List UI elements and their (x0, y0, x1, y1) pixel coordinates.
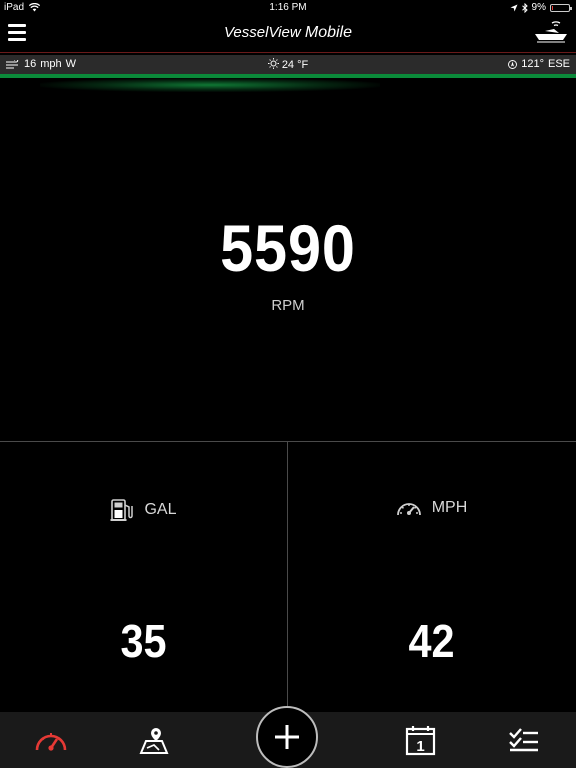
location-arrow-icon (510, 4, 518, 11)
heading-direction: ESE (547, 58, 570, 70)
speed-value: 42 (408, 615, 455, 667)
battery-percent: 9% (531, 2, 546, 13)
tab-gauges[interactable] (31, 722, 71, 758)
map-pin-icon (139, 728, 169, 754)
battery-fill (552, 5, 553, 10)
status-indicator-glow (40, 78, 380, 92)
temperature-readout: 24 °F (0, 58, 576, 71)
speed-header: MPH (288, 498, 575, 518)
fuel-header: GAL (0, 498, 287, 522)
add-button[interactable] (256, 706, 318, 768)
rpm-value: 5590 (220, 211, 356, 285)
sun-icon (267, 58, 279, 69)
status-bar: iPad 1:16 PM 9% (0, 0, 576, 16)
speedometer-icon (396, 503, 421, 516)
calendar-icon: 1 (405, 726, 436, 756)
tab-checklist[interactable] (504, 722, 544, 758)
bluetooth-icon (521, 2, 528, 13)
battery-icon (550, 3, 572, 12)
fuel-value: 35 (120, 615, 167, 667)
heading-readout: 121° ESE (508, 58, 570, 70)
calendar-day: 1 (416, 738, 424, 755)
boat-connection-icon[interactable] (534, 21, 568, 43)
temperature-unit: °F (297, 59, 309, 71)
status-time: 1:16 PM (269, 2, 307, 13)
nav-header: VesselView Mobile (0, 16, 576, 53)
fuel-label: GAL (144, 501, 177, 518)
status-right: 9% (510, 2, 572, 13)
temperature-value: 24 (281, 59, 295, 71)
app-title-prefix: VesselView (223, 24, 301, 41)
tab-map[interactable] (134, 722, 174, 758)
fuel-gauge-panel[interactable]: GAL 35 (0, 442, 287, 712)
conditions-bar: 16 mph W 24 °F 121° ESE (0, 55, 576, 74)
gauge-icon (35, 733, 67, 751)
speed-gauge-panel[interactable]: MPH 42 (288, 442, 575, 712)
tab-calendar[interactable]: 1 (401, 722, 441, 758)
fuel-pump-icon (110, 499, 134, 521)
rpm-gauge-panel[interactable]: 5590 RPM (0, 92, 576, 441)
speed-label: MPH (431, 499, 468, 516)
app-title-suffix: Mobile (304, 24, 353, 41)
plus-icon (275, 725, 299, 749)
compass-icon (508, 59, 518, 69)
app-title: VesselView Mobile (0, 24, 576, 42)
rpm-label: RPM (271, 297, 305, 314)
heading-degrees: 121° (521, 58, 544, 70)
checklist-icon (509, 728, 538, 752)
